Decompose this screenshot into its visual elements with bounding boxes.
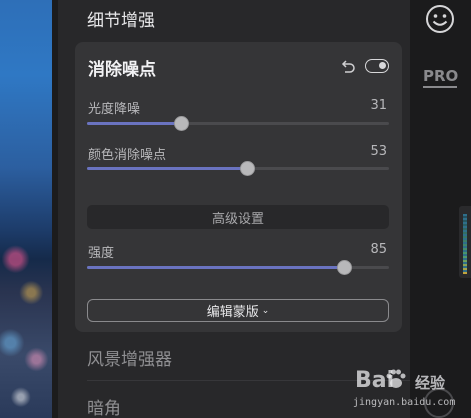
smiley-face-icon[interactable] (425, 4, 455, 34)
luminance-denoise-slider[interactable] (87, 116, 389, 131)
advanced-settings-button[interactable]: 高级设置 (87, 205, 389, 229)
luminance-denoise-value: 31 (370, 98, 387, 113)
slider-fill (87, 122, 181, 125)
section-landscape-enhancer[interactable]: 风景增强器 (87, 345, 172, 370)
strength-label: 强度 (88, 246, 115, 261)
edit-mask-button[interactable]: 编辑蒙版 ⌄ (87, 299, 389, 322)
color-denoise-slider[interactable] (87, 161, 389, 176)
denoise-card: 消除噪点 光度降噪 31 颜色消除噪点 53 高级设置 强度 85 编辑蒙版 ⌄ (75, 42, 402, 332)
undo-icon[interactable] (340, 58, 356, 74)
slider-fill (87, 266, 344, 269)
level-meter-bars (463, 214, 467, 274)
watermark-url: jingyan.baidu.com (353, 397, 456, 408)
strength-value: 85 (370, 242, 387, 257)
section-vignette[interactable]: 暗角 (87, 394, 121, 418)
section-detail-enhance[interactable]: 细节增强 (87, 6, 155, 31)
luminance-denoise-label: 光度降噪 (88, 102, 141, 117)
slider-handle[interactable] (240, 161, 256, 176)
color-denoise-label: 颜色消除噪点 (88, 148, 167, 163)
slider-handle[interactable] (336, 260, 352, 275)
watermark-jingyan: 经验 (415, 374, 446, 392)
slider-fill (87, 167, 248, 170)
denoise-title: 消除噪点 (88, 60, 156, 80)
edit-mask-label: 编辑蒙版 (206, 305, 259, 320)
baidu-paw-logo (386, 369, 406, 388)
chevron-down-icon: ⌄ (261, 305, 270, 316)
pro-badge[interactable]: PRO (423, 66, 458, 88)
slider-handle[interactable] (173, 116, 189, 131)
color-denoise-value: 53 (370, 144, 387, 159)
photo-preview-strip (0, 0, 52, 418)
strength-slider[interactable] (87, 260, 389, 275)
denoise-visibility-toggle[interactable] (365, 59, 389, 73)
